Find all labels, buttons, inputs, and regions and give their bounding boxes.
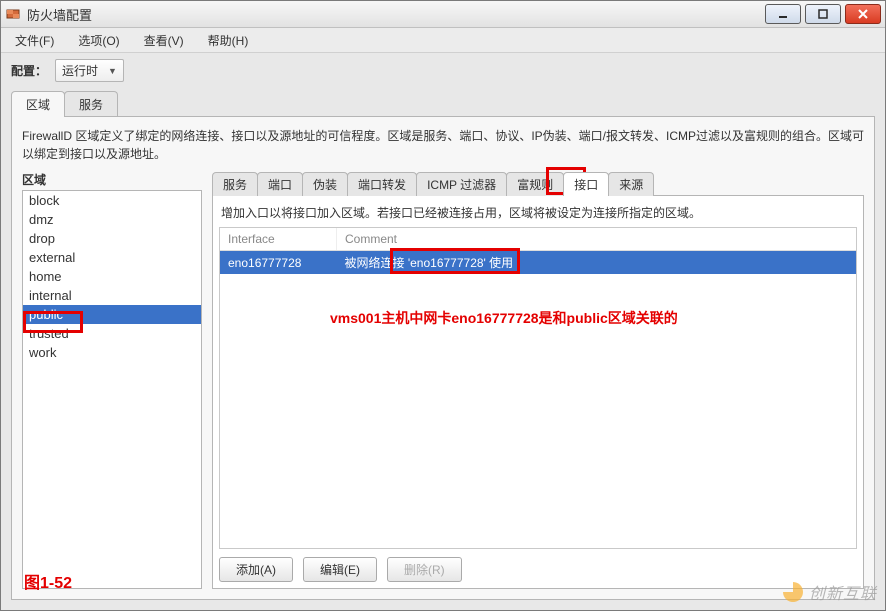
edit-button[interactable]: 编辑(E) <box>303 557 377 582</box>
titlebar: 防火墙配置 <box>1 1 885 28</box>
zone-item[interactable]: block <box>23 191 201 210</box>
tab-zones[interactable]: 区域 <box>11 91 65 117</box>
interfaces-pane: 增加入口以将接口加入区域。若接口已经被连接占用，区域将被设定为连接所指定的区域。… <box>212 195 864 589</box>
inner-tab-rich-rules[interactable]: 富规则 <box>506 172 564 196</box>
config-label: 配置： <box>11 62 47 79</box>
app-icon <box>5 6 21 22</box>
remove-button[interactable]: 删除(R) <box>387 557 462 582</box>
zone-item[interactable]: home <box>23 267 201 286</box>
maximize-button[interactable] <box>805 4 841 24</box>
inner-tabs: 服务 端口 伪装 端口转发 ICMP 过滤器 富规则 接口 来源 <box>212 172 864 196</box>
interfaces-description: 增加入口以将接口加入区域。若接口已经被连接占用，区域将被设定为连接所指定的区域。 <box>219 202 857 227</box>
chevron-down-icon: ▼ <box>108 66 117 76</box>
cell-interface: eno16777728 <box>220 251 337 275</box>
zone-list-label: 区域 <box>22 171 202 188</box>
zone-item[interactable]: dmz <box>23 210 201 229</box>
zone-item[interactable]: drop <box>23 229 201 248</box>
window-controls <box>765 4 881 24</box>
button-row: 添加(A) 编辑(E) 删除(R) <box>219 549 857 582</box>
firewall-config-window: 防火墙配置 文件(F) 选项(O) 查看(V) 帮助(H) 配置： 运行时 ▼ <box>0 0 886 611</box>
zone-item-selected[interactable]: public <box>23 305 201 324</box>
annotation-text: vms001主机中网卡eno16777728是和public区域关联的 <box>330 308 678 328</box>
add-button[interactable]: 添加(A) <box>219 557 293 582</box>
tab-services[interactable]: 服务 <box>64 91 118 117</box>
zone-left: 区域 block dmz drop external home internal… <box>22 171 202 589</box>
col-interface[interactable]: Interface <box>220 228 337 251</box>
minimize-button[interactable] <box>765 4 801 24</box>
menu-help[interactable]: 帮助(H) <box>202 30 255 51</box>
cell-comment: 被网络连接 'eno16777728' 使用 <box>337 251 857 275</box>
inner-tab-services[interactable]: 服务 <box>212 172 258 196</box>
zone-item[interactable]: trusted <box>23 324 201 343</box>
interface-table: Interface Comment eno16777728 被网络连接 'eno… <box>220 228 856 274</box>
inner-tab-icmp-filter[interactable]: ICMP 过滤器 <box>416 172 507 196</box>
zone-list[interactable]: block dmz drop external home internal pu… <box>22 190 202 589</box>
zone-description: FirewallD 区域定义了绑定的网络连接、接口以及源地址的可信程度。区域是服… <box>22 127 864 163</box>
inner-tab-interfaces[interactable]: 接口 <box>563 172 609 196</box>
menu-options[interactable]: 选项(O) <box>72 30 125 51</box>
col-comment[interactable]: Comment <box>337 228 857 251</box>
config-select[interactable]: 运行时 ▼ <box>55 59 124 82</box>
config-value: 运行时 <box>62 62 98 79</box>
inner-tab-ports[interactable]: 端口 <box>257 172 303 196</box>
zones-pane: FirewallD 区域定义了绑定的网络连接、接口以及源地址的可信程度。区域是服… <box>11 116 875 600</box>
window-title: 防火墙配置 <box>27 5 92 24</box>
close-button[interactable] <box>845 4 881 24</box>
zone-item[interactable]: work <box>23 343 201 362</box>
table-row[interactable]: eno16777728 被网络连接 'eno16777728' 使用 <box>220 251 856 275</box>
interface-table-wrap: Interface Comment eno16777728 被网络连接 'eno… <box>219 227 857 549</box>
zone-right: 服务 端口 伪装 端口转发 ICMP 过滤器 富规则 接口 来源 增加入口以将接… <box>212 171 864 589</box>
inner-tab-sources[interactable]: 来源 <box>608 172 654 196</box>
zone-item[interactable]: internal <box>23 286 201 305</box>
inner-tab-port-forward[interactable]: 端口转发 <box>347 172 417 196</box>
outer-tabs: 区域 服务 <box>11 91 875 117</box>
inner-tab-masquerade[interactable]: 伪装 <box>302 172 348 196</box>
config-row: 配置： 运行时 ▼ <box>1 53 885 88</box>
figure-label: 图1-52 <box>24 569 72 593</box>
menubar: 文件(F) 选项(O) 查看(V) 帮助(H) <box>1 28 885 53</box>
menu-file[interactable]: 文件(F) <box>9 30 60 51</box>
menu-view[interactable]: 查看(V) <box>138 30 190 51</box>
zone-item[interactable]: external <box>23 248 201 267</box>
